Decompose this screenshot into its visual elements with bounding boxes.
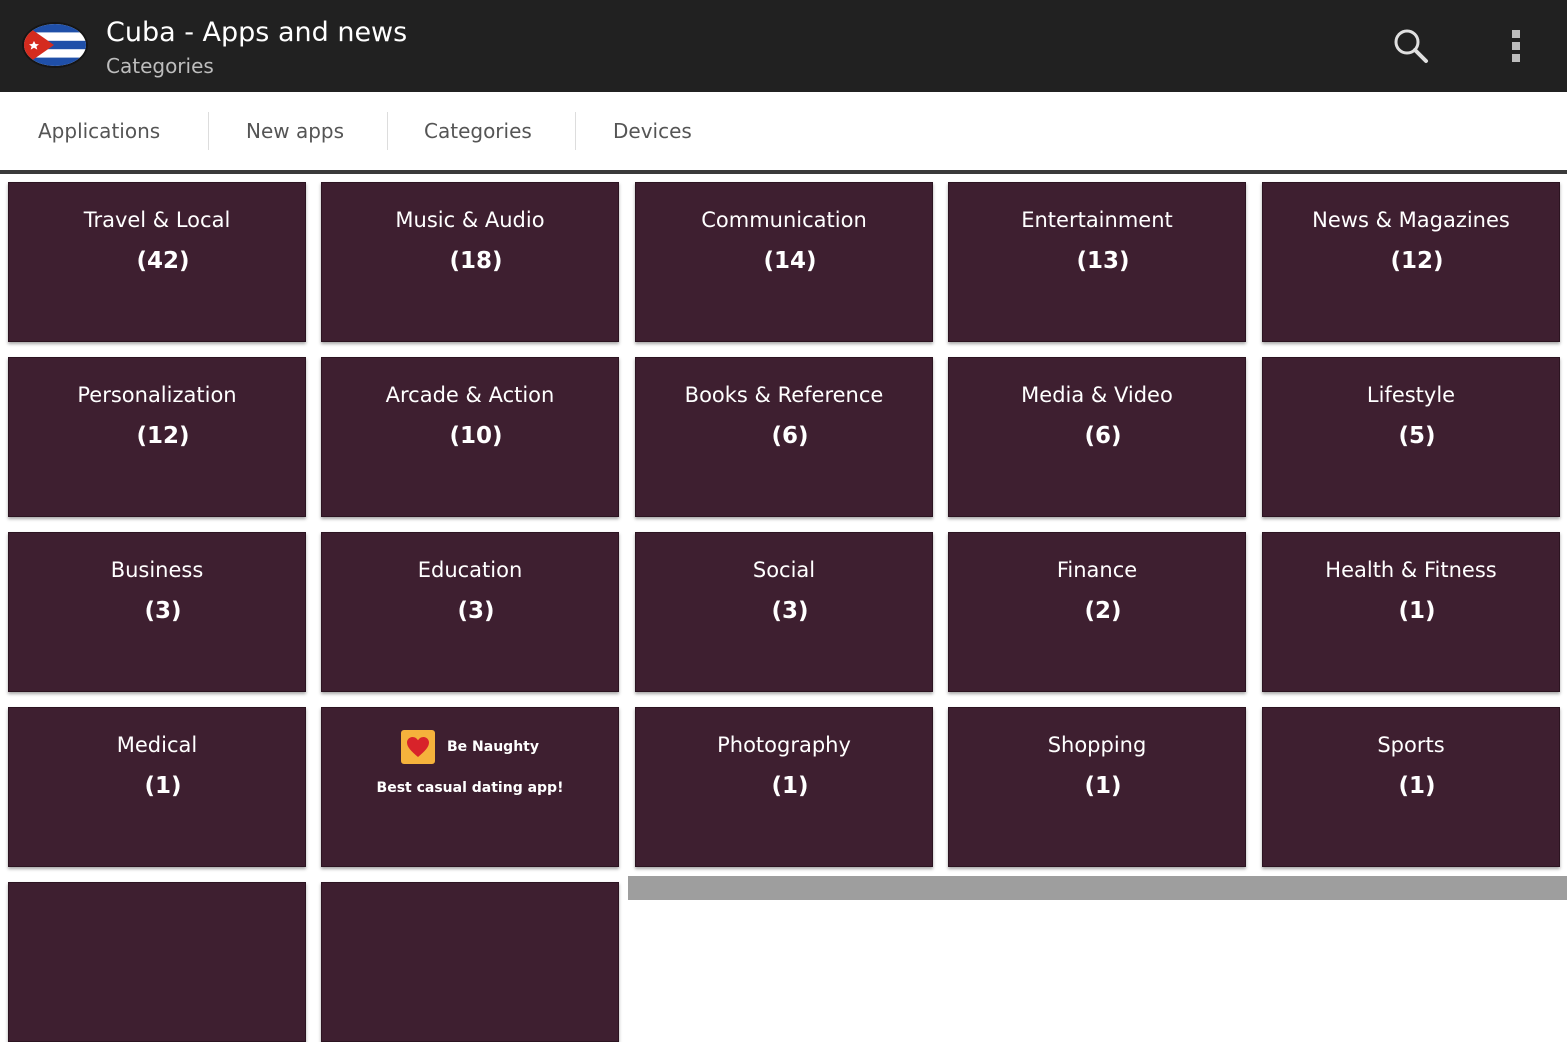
tab-applications[interactable]: Applications (38, 92, 160, 170)
category-name: Communication (701, 208, 867, 232)
category-tile-music-audio[interactable]: Music & Audio (18) (321, 182, 619, 342)
category-count: (1) (1398, 598, 1436, 624)
more-vert-icon (1512, 30, 1520, 62)
category-tile-photography[interactable]: Photography (1) (635, 707, 933, 867)
category-name: Travel & Local (83, 208, 231, 232)
category-count: (3) (144, 598, 182, 624)
category-name: Sports (1377, 733, 1445, 757)
category-name: Personalization (77, 383, 237, 407)
category-name: Finance (1056, 558, 1138, 582)
heart-icon (401, 730, 435, 764)
bottom-panel (628, 876, 1567, 900)
tab-divider (575, 112, 576, 150)
category-count: (13) (1076, 248, 1130, 274)
category-name: Shopping (1047, 733, 1147, 757)
ad-brand: Be Naughty (447, 739, 539, 755)
category-count: (6) (1084, 423, 1122, 449)
app-subtitle: Categories (106, 54, 214, 78)
category-name: News & Magazines (1312, 208, 1510, 232)
tab-devices[interactable]: Devices (613, 92, 692, 170)
category-count: (42) (136, 248, 190, 274)
category-count: (12) (1390, 248, 1444, 274)
category-tile-social[interactable]: Social (3) (635, 532, 933, 692)
category-tile-education[interactable]: Education (3) (321, 532, 619, 692)
ad-tile[interactable]: Be Naughty Best casual dating app! (321, 707, 619, 867)
category-count: (12) (136, 423, 190, 449)
category-tile-personalization[interactable]: Personalization (12) (8, 357, 306, 517)
search-icon (1394, 29, 1428, 63)
action-bar: Cuba - Apps and news Categories (0, 0, 1567, 92)
search-button[interactable] (1385, 20, 1437, 72)
ad-header: Be Naughty (322, 730, 618, 764)
category-tile-health-fitness[interactable]: Health & Fitness (1) (1262, 532, 1560, 692)
tab-bar: Applications New apps Categories Devices (0, 92, 1567, 174)
category-name: Social (752, 558, 816, 582)
category-count: (6) (771, 423, 809, 449)
overflow-menu-button[interactable] (1490, 20, 1542, 72)
category-tile-media-video[interactable]: Media & Video (6) (948, 357, 1246, 517)
category-count: (1) (771, 773, 809, 799)
category-tile-sports[interactable]: Sports (1) (1262, 707, 1560, 867)
category-count: (1) (1084, 773, 1122, 799)
category-count: (3) (457, 598, 495, 624)
category-count: (1) (144, 773, 182, 799)
category-tile-communication[interactable]: Communication (14) (635, 182, 933, 342)
category-count: (2) (1084, 598, 1122, 624)
category-tile-news-magazines[interactable]: News & Magazines (12) (1262, 182, 1560, 342)
app-title: Cuba - Apps and news (106, 17, 408, 48)
category-name: Photography (717, 733, 851, 757)
category-tile-entertainment[interactable]: Entertainment (13) (948, 182, 1246, 342)
tab-new-apps[interactable]: New apps (246, 92, 344, 170)
category-tile-books-reference[interactable]: Books & Reference (6) (635, 357, 933, 517)
category-tile-finance[interactable]: Finance (2) (948, 532, 1246, 692)
ad-tagline: Best casual dating app! (376, 780, 564, 796)
category-name: Arcade & Action (385, 383, 555, 407)
category-count: (14) (763, 248, 817, 274)
category-name: Lifestyle (1366, 383, 1456, 407)
category-name: Education (417, 558, 523, 582)
category-tile-shopping[interactable]: Shopping (1) (948, 707, 1246, 867)
category-grid: Travel & Local (42) Music & Audio (18) C… (0, 174, 1567, 1042)
category-tile-business[interactable]: Business (3) (8, 532, 306, 692)
category-tile-medical[interactable]: Medical (1) (8, 707, 306, 867)
category-count: (18) (449, 248, 503, 274)
category-name: Business (110, 558, 204, 582)
cuba-flag-icon[interactable] (24, 24, 86, 66)
category-name: Books & Reference (684, 383, 884, 407)
category-tile-arcade-action[interactable]: Arcade & Action (10) (321, 357, 619, 517)
category-tile-partial[interactable] (8, 882, 306, 1042)
tab-divider (387, 112, 388, 150)
category-name: Entertainment (1021, 208, 1173, 232)
category-name: Media & Video (1021, 383, 1173, 407)
category-name: Medical (116, 733, 198, 757)
category-count: (1) (1398, 773, 1436, 799)
category-name: Health & Fitness (1325, 558, 1497, 582)
category-tile-lifestyle[interactable]: Lifestyle (5) (1262, 357, 1560, 517)
category-count: (3) (771, 598, 809, 624)
category-tile-partial[interactable] (321, 882, 619, 1042)
category-tile-travel-local[interactable]: Travel & Local (42) (8, 182, 306, 342)
category-count: (5) (1398, 423, 1436, 449)
category-name: Music & Audio (395, 208, 545, 232)
tab-categories[interactable]: Categories (424, 92, 532, 170)
category-count: (10) (449, 423, 503, 449)
tab-divider (208, 112, 209, 150)
